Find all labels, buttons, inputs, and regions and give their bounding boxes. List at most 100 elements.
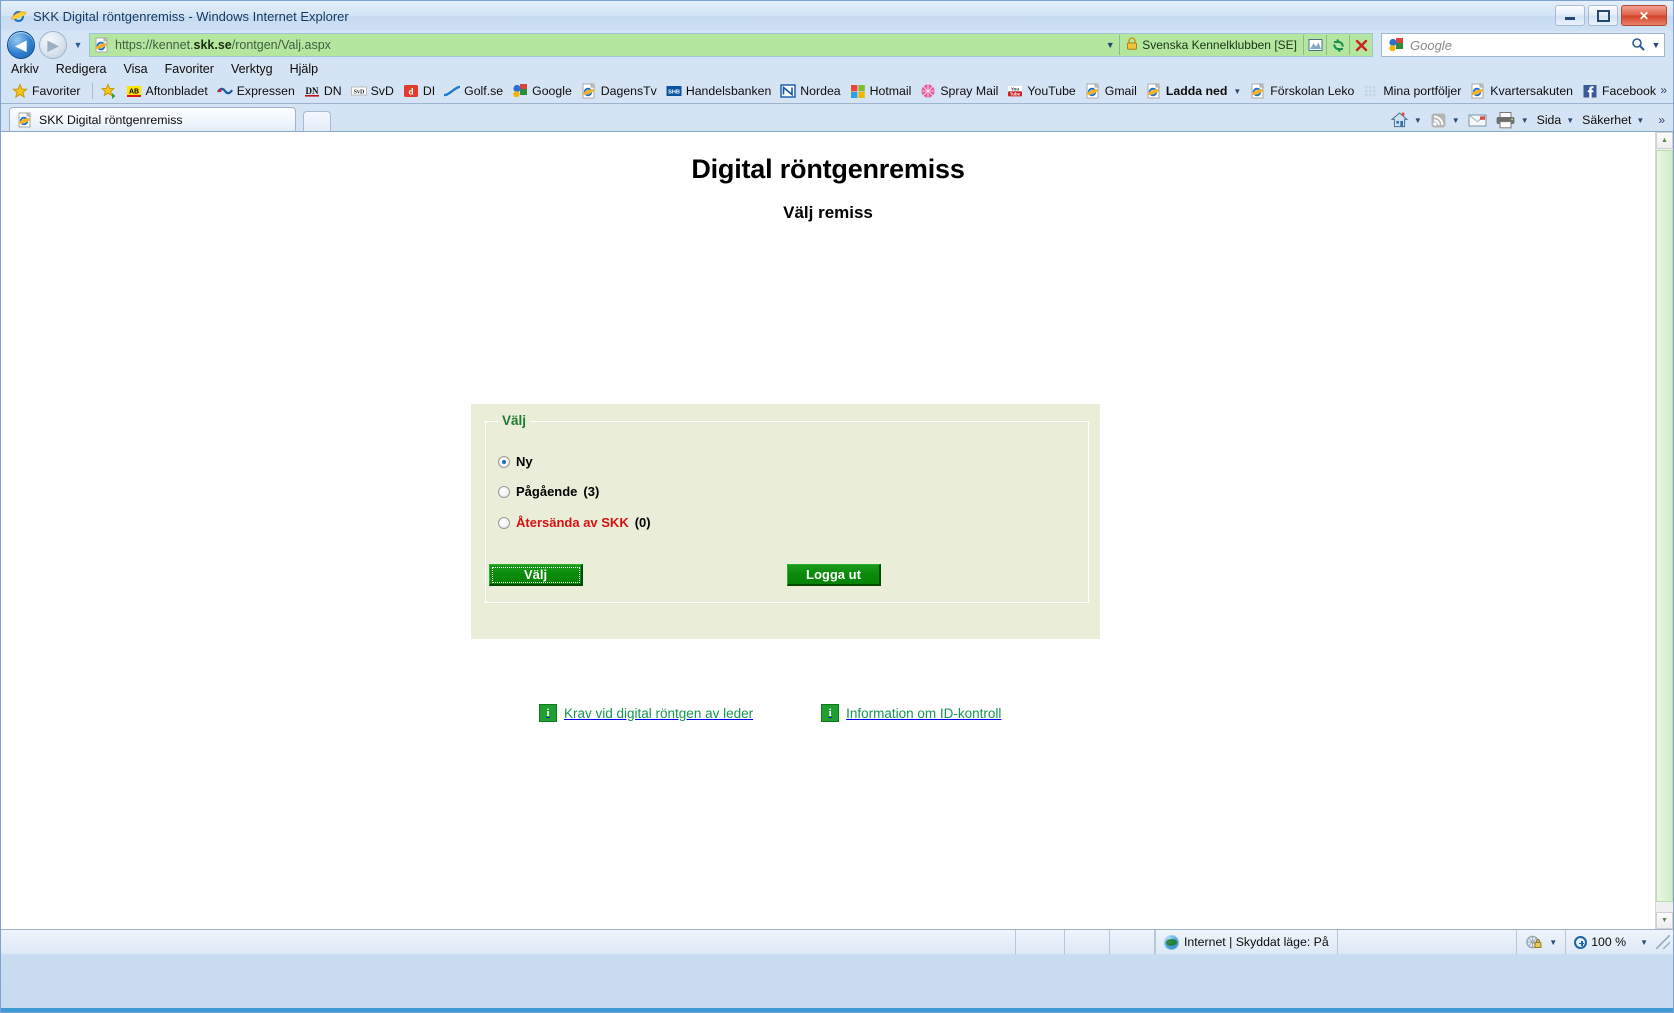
chevron-down-icon[interactable]: ▼ bbox=[1414, 116, 1422, 125]
menu-redigera[interactable]: Redigera bbox=[56, 62, 107, 76]
select-button[interactable]: Välj bbox=[489, 564, 583, 586]
favorites-button[interactable]: Favoriter bbox=[9, 81, 87, 101]
svg-text:SvD: SvD bbox=[353, 90, 364, 96]
status-right-group: ▼ 100 % ▼ bbox=[1516, 930, 1673, 954]
radio-option-atersanda-av-skk[interactable]: Återsända av SKK (0) bbox=[498, 515, 651, 530]
privacy-report-button[interactable]: ▼ bbox=[1516, 930, 1565, 954]
radio-button-icon[interactable] bbox=[498, 455, 510, 468]
search-go-icon[interactable] bbox=[1628, 37, 1648, 54]
safety-menu-button[interactable]: Säkerhet ▼ bbox=[1580, 113, 1646, 127]
refresh-icon bbox=[1332, 38, 1344, 52]
favorite-dn[interactable]: DN DN bbox=[301, 81, 348, 101]
page-menu-button[interactable]: Sida ▼ bbox=[1535, 113, 1577, 127]
favorite-mina-portfoljer[interactable]: Mina portföljer bbox=[1360, 81, 1467, 101]
forward-button[interactable]: ▶ bbox=[39, 31, 67, 59]
favorite-handelsbanken[interactable]: SHB Handelsbanken bbox=[663, 81, 777, 101]
radio-option-ny[interactable]: Ny bbox=[498, 454, 533, 469]
logout-button[interactable]: Logga ut bbox=[787, 564, 881, 586]
vertical-scrollbar[interactable]: ▲ ▼ bbox=[1655, 132, 1673, 929]
chevron-down-icon[interactable]: ▼ bbox=[1233, 87, 1241, 96]
info-links: i Krav vid digital röntgen av leder i In… bbox=[471, 704, 1100, 722]
chevron-down-icon[interactable]: ▼ bbox=[1636, 116, 1644, 125]
favorite-label: DagensTv bbox=[600, 84, 657, 98]
favorite-youtube[interactable]: You Tube YouTube bbox=[1004, 81, 1081, 101]
menu-visa[interactable]: Visa bbox=[124, 62, 148, 76]
stop-button[interactable] bbox=[1349, 35, 1372, 55]
favorite-di[interactable]: d DI bbox=[400, 81, 441, 101]
favorite-dagenstv[interactable]: DagensTv bbox=[578, 81, 663, 101]
search-input[interactable]: Google ▼ bbox=[1381, 33, 1665, 57]
certificate-indicator[interactable]: Svenska Kennelklubben [SE] bbox=[1119, 35, 1303, 55]
favorite-hotmail[interactable]: Hotmail bbox=[847, 81, 918, 101]
scroll-up-button[interactable]: ▲ bbox=[1656, 132, 1673, 149]
print-button[interactable]: ▼ bbox=[1493, 111, 1531, 129]
security-zone-indicator[interactable]: Internet | Skyddat läge: På bbox=[1155, 930, 1338, 954]
favorite-kvartersakuten[interactable]: Kvartersakuten bbox=[1467, 81, 1579, 101]
chevron-down-icon[interactable]: ▼ bbox=[1521, 116, 1529, 125]
chevron-down-icon[interactable]: ▼ bbox=[1452, 116, 1460, 125]
link-krav-vid-digital-rontgen[interactable]: i Krav vid digital röntgen av leder bbox=[539, 704, 753, 722]
link-information-om-id-kontroll[interactable]: i Information om ID-kontroll bbox=[821, 704, 1001, 722]
google-icon bbox=[512, 83, 528, 99]
chevron-down-icon[interactable]: ▼ bbox=[1566, 116, 1574, 125]
address-dropdown-icon[interactable]: ▼ bbox=[1101, 40, 1119, 50]
ie-page-icon bbox=[1146, 82, 1162, 99]
favorite-svd[interactable]: SvD SvD bbox=[348, 81, 400, 101]
tab-skk-digital-rontgenremiss[interactable]: SKK Digital röntgenremiss bbox=[9, 107, 296, 131]
scrollbar-thumb[interactable] bbox=[1656, 150, 1673, 902]
svg-text:Tube: Tube bbox=[1010, 92, 1021, 97]
radio-button-icon[interactable] bbox=[498, 516, 510, 529]
menu-arkiv[interactable]: Arkiv bbox=[11, 62, 39, 76]
back-button[interactable]: ◀ bbox=[7, 31, 35, 59]
compatibility-view-button[interactable] bbox=[1303, 35, 1326, 55]
add-to-favorites-button[interactable] bbox=[98, 81, 123, 101]
spray-icon bbox=[920, 83, 936, 99]
radio-count: (3) bbox=[583, 484, 600, 499]
favorites-overflow-icon[interactable]: » bbox=[1660, 83, 1667, 97]
chevron-down-icon[interactable]: ▼ bbox=[1549, 938, 1557, 947]
menu-verktyg[interactable]: Verktyg bbox=[231, 62, 273, 76]
favorite-aftonbladet[interactable]: AB Aftonbladet bbox=[123, 81, 214, 101]
new-tab-button[interactable] bbox=[303, 111, 331, 131]
radio-option-pagaende[interactable]: Pågående (3) bbox=[498, 484, 599, 499]
scroll-down-button[interactable]: ▼ bbox=[1656, 912, 1673, 929]
resize-grip[interactable] bbox=[1656, 935, 1670, 949]
zoom-control[interactable]: 100 % ▼ bbox=[1565, 930, 1656, 954]
favorite-label: DI bbox=[422, 84, 436, 98]
radio-label: Ny bbox=[516, 454, 533, 469]
favorite-spray-mail[interactable]: Spray Mail bbox=[917, 81, 1004, 101]
favorite-google[interactable]: Google bbox=[509, 81, 578, 101]
minimize-button[interactable] bbox=[1555, 5, 1585, 26]
favorite-facebook[interactable]: Facebook bbox=[1579, 81, 1662, 101]
chevron-down-icon[interactable]: ▼ bbox=[1640, 938, 1648, 947]
shb-icon: SHB bbox=[666, 83, 682, 99]
tab-label: SKK Digital röntgenremiss bbox=[39, 112, 183, 127]
favorite-ladda-ned[interactable]: Ladda ned ▼ bbox=[1143, 81, 1247, 101]
favorite-golf[interactable]: Golf.se bbox=[441, 81, 509, 101]
radio-button-icon[interactable] bbox=[498, 485, 510, 498]
menu-hjalp[interactable]: Hjälp bbox=[290, 62, 319, 76]
favorite-label: Förskolan Leko bbox=[1270, 84, 1355, 98]
maximize-button[interactable] bbox=[1588, 5, 1618, 26]
search-dropdown-icon[interactable]: ▼ bbox=[1648, 40, 1664, 50]
mail-button[interactable] bbox=[1466, 113, 1489, 128]
command-bar-overflow-icon[interactable]: » bbox=[1658, 113, 1665, 127]
star-icon bbox=[12, 83, 28, 99]
favorite-nordea[interactable]: Nordea bbox=[777, 81, 846, 101]
favorite-expressen[interactable]: Expressen bbox=[214, 81, 301, 101]
status-bar: Internet | Skyddat läge: På ▼ 100 % ▼ bbox=[1, 929, 1673, 954]
home-button[interactable]: ▼ bbox=[1388, 111, 1424, 129]
tab-bar: SKK Digital röntgenremiss ▼ ▼ ▼ Sida ▼ S… bbox=[1, 104, 1673, 131]
feeds-button[interactable]: ▼ bbox=[1428, 112, 1462, 129]
recent-pages-dropdown[interactable]: ▼ bbox=[71, 40, 85, 50]
favorite-gmail[interactable]: Gmail bbox=[1082, 81, 1143, 101]
address-input[interactable]: https://kennet.skk.se/rontgen/Valj.aspx … bbox=[89, 33, 1373, 57]
refresh-button[interactable] bbox=[1326, 35, 1349, 55]
menu-favoriter[interactable]: Favoriter bbox=[165, 62, 214, 76]
address-bar-row: ◀ ▶ ▼ https://kennet.skk.se/rontgen/Valj… bbox=[1, 31, 1673, 59]
favorite-label: Hotmail bbox=[869, 84, 912, 98]
favorite-forskolan-leko[interactable]: Förskolan Leko bbox=[1247, 81, 1360, 101]
security-zone-label: Internet | Skyddat läge: På bbox=[1184, 935, 1329, 949]
close-button[interactable]: ✕ bbox=[1621, 5, 1667, 26]
svd-icon: SvD bbox=[350, 83, 367, 99]
